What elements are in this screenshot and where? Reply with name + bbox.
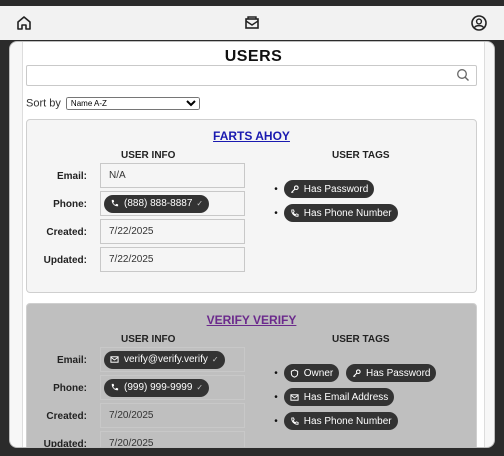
phone-chip[interactable]: (888) 888-8887 ✓ (104, 194, 210, 213)
updated-label: Updated: (43, 255, 87, 266)
created-text: 7/22/2025 (109, 226, 154, 237)
user-card: FARTS AHOY USER INFO USER TAGS Email: N/… (26, 119, 477, 293)
created-label: Created: (46, 411, 87, 422)
created-label: Created: (46, 227, 87, 238)
email-text: N/A (109, 170, 126, 181)
email-label: Email: (56, 171, 87, 182)
updated-label: Updated: (43, 439, 87, 447)
phone-icon (291, 208, 299, 217)
created-value: 7/22/2025 (100, 219, 245, 244)
email-value: verify@verify.verify ✓ (100, 347, 245, 372)
tag-item: • Has Phone Number (271, 204, 402, 222)
verified-check-icon: ✓ (196, 199, 204, 208)
tag-has-password[interactable]: Has Password (346, 364, 437, 382)
tag-label: Owner (303, 367, 334, 379)
tag-has-phone-number[interactable]: Has Phone Number (283, 412, 398, 430)
sort-label: Sort by (26, 97, 61, 110)
tag-has-phone-number[interactable]: Has Phone Number (283, 204, 398, 222)
tag-label: Has Email Address (303, 391, 389, 403)
bullet: • (274, 391, 278, 403)
bullet: • (274, 183, 278, 195)
home-icon[interactable] (15, 14, 33, 32)
verified-check-icon: ✓ (211, 355, 219, 364)
key-icon (352, 368, 361, 377)
tag-item: • Has Password (271, 180, 378, 198)
user-name-link[interactable]: FARTS AHOY (27, 129, 476, 143)
page-title: USERS (224, 48, 283, 65)
tag-item: • Has Phone Number (271, 412, 402, 430)
tag-label: Has Password (366, 367, 431, 379)
mail-icon (110, 356, 119, 363)
email-chip[interactable]: verify@verify.verify ✓ (104, 350, 225, 369)
phone-label: Phone: (53, 383, 87, 394)
tag-label: Has Phone Number (303, 207, 392, 219)
phone-value: (999) 999-9999 ✓ (100, 375, 245, 400)
email-text: verify@verify.verify (124, 354, 208, 365)
tag-item: • Has Email Address (271, 388, 398, 406)
phone-text: (888) 888-8887 (124, 198, 193, 209)
user-card: VERIFY VERIFY USER INFO USER TAGS Email:… (26, 303, 477, 447)
tag-has-password[interactable]: Has Password (283, 180, 375, 198)
created-text: 7/20/2025 (109, 410, 154, 421)
search-input[interactable] (26, 65, 477, 86)
key-icon (290, 184, 299, 193)
phone-icon (111, 199, 119, 207)
users-panel: USERS Sort by Name A-Z FARTS AHOY USER I… (9, 41, 495, 448)
email-label: Email: (56, 355, 87, 366)
top-navigation-bar (0, 6, 504, 40)
phone-text: (999) 999-9999 (124, 382, 193, 393)
user-name-link[interactable]: VERIFY VERIFY (27, 313, 476, 327)
bullet: • (274, 415, 278, 427)
phone-value: (888) 888-8887 ✓ (100, 191, 245, 216)
phone-chip[interactable]: (999) 999-9999 ✓ (104, 378, 210, 397)
phone-icon (111, 383, 119, 391)
created-value: 7/20/2025 (100, 403, 245, 428)
search-icon[interactable] (456, 68, 470, 82)
updated-value: 7/20/2025 (100, 431, 245, 447)
email-value: N/A (100, 163, 245, 188)
tag-owner[interactable]: Owner (283, 364, 340, 382)
shield-icon (290, 368, 298, 378)
user-tags-header: USER TAGS (332, 334, 390, 345)
phone-label: Phone: (53, 199, 87, 210)
mail-icon[interactable] (243, 14, 261, 32)
sort-select[interactable]: Name A-Z (65, 97, 200, 110)
bullet: • (274, 207, 278, 219)
mail-icon (290, 393, 299, 401)
updated-value: 7/22/2025 (100, 247, 245, 272)
verified-check-icon: ✓ (196, 383, 204, 392)
tag-label: Has Phone Number (303, 415, 392, 427)
phone-icon (291, 416, 299, 425)
bullet: • (274, 367, 278, 379)
user-info-header: USER INFO (121, 334, 176, 345)
user-tags-header: USER TAGS (332, 150, 390, 161)
sort-row: Sort by Name A-Z (26, 97, 200, 110)
tag-has-email-address[interactable]: Has Email Address (283, 388, 395, 406)
updated-text: 7/22/2025 (109, 254, 154, 265)
updated-text: 7/20/2025 (109, 438, 154, 447)
user-info-header: USER INFO (121, 150, 176, 161)
users-scroll-area[interactable]: USERS Sort by Name A-Z FARTS AHOY USER I… (22, 42, 485, 447)
tag-item: • Owner Has Password (271, 364, 440, 382)
tag-label: Has Password (303, 183, 369, 195)
user-icon[interactable] (470, 14, 488, 32)
